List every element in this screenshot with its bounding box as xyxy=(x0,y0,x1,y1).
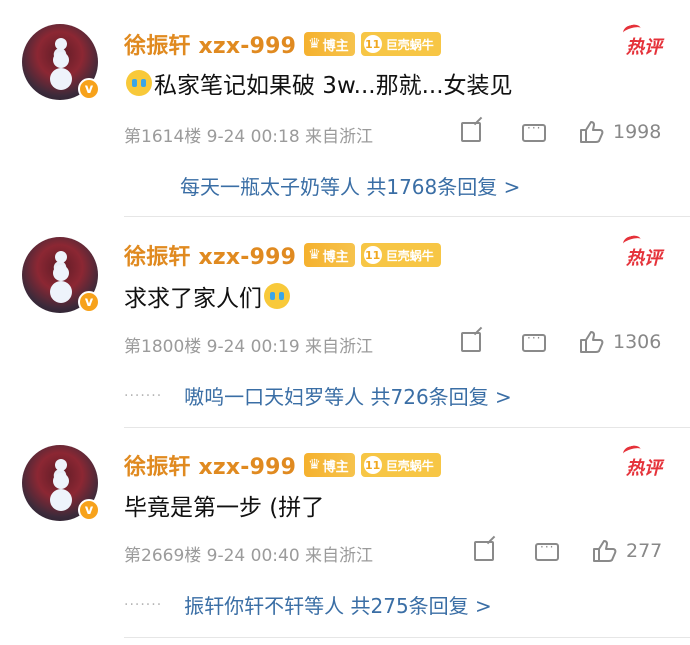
like-button[interactable]: 1306 xyxy=(579,330,661,354)
comment-item: v 徐振轩 xzx-999 ♛ 博主 11 巨壳蜗牛 热评 求求了家人们 第1800… xyxy=(0,217,690,427)
bozhu-badge: ♛ 博主 xyxy=(304,243,355,267)
like-count: 1998 xyxy=(613,121,662,143)
hot-comment-label: 热评 xyxy=(626,33,662,59)
comment-text: 私家笔记如果破 3w...那就...女装见 xyxy=(124,66,513,100)
comment-meta: 第1800楼 9-24 00:19 来自浙江 1306 xyxy=(124,330,690,358)
verified-badge-icon: v xyxy=(78,499,100,521)
level-badge: 11 巨壳蜗牛 xyxy=(360,243,441,267)
verified-badge-icon: v xyxy=(78,78,100,100)
username[interactable]: 徐振轩 xzx-999 xyxy=(124,28,296,60)
floor-time-source: 第1800楼 9-24 00:19 来自浙江 xyxy=(124,337,374,357)
thumbs-up-icon xyxy=(579,330,605,354)
share-icon[interactable] xyxy=(461,332,481,352)
hot-comment-label: 热评 xyxy=(626,454,662,480)
crown-icon: ♛ xyxy=(308,247,321,263)
comment-meta: 第1614楼 9-24 00:18 来自浙江 1998 xyxy=(124,120,690,148)
level-badge: 11 巨壳蜗牛 xyxy=(360,32,441,56)
like-button[interactable]: 277 xyxy=(592,539,662,563)
comment-icon[interactable] xyxy=(522,121,546,142)
reply-summary-link[interactable]: ······· 嗷呜一口天妇罗等人 共726条回复 > xyxy=(124,381,512,410)
verified-badge-icon: v xyxy=(78,291,100,313)
comment-item: v 徐振轩 xzx-999 ♛ 博主 11 巨壳蜗牛 热评 毕竟是第一步 (拼了 第… xyxy=(0,428,690,645)
bozhu-badge: ♛ 博主 xyxy=(304,453,355,477)
bozhu-badge: ♛ 博主 xyxy=(304,32,355,56)
crown-icon: ♛ xyxy=(308,457,321,473)
level-badge: 11 巨壳蜗牛 xyxy=(360,453,441,477)
thumbs-up-icon xyxy=(579,120,605,144)
like-button[interactable]: 1998 xyxy=(579,120,661,144)
like-count: 1306 xyxy=(613,331,662,353)
comment-item: v 徐振轩 xzx-999 ♛ 博主 11 巨壳蜗牛 热评 私家笔记如果破 3w..… xyxy=(0,0,690,215)
comment-icon[interactable] xyxy=(535,540,559,561)
reply-dots: ······· xyxy=(124,596,163,613)
reply-summary-link[interactable]: 每天一瓶太子奶等人 共1768条回复 > xyxy=(124,171,520,200)
share-icon[interactable] xyxy=(461,122,481,142)
comment-meta: 第2669楼 9-24 00:40 来自浙江 277 xyxy=(124,539,690,567)
comment-text: 毕竟是第一步 (拼了 xyxy=(124,495,325,521)
reply-dots: ······· xyxy=(124,387,163,404)
floor-time-source: 第1614楼 9-24 00:18 来自浙江 xyxy=(124,127,374,147)
divider xyxy=(124,637,690,638)
floor-time-source: 第2669楼 9-24 00:40 来自浙江 xyxy=(124,546,374,566)
thumbs-up-icon xyxy=(592,539,618,563)
username[interactable]: 徐振轩 xzx-999 xyxy=(124,239,296,271)
like-count: 277 xyxy=(626,540,663,562)
crying-face-icon xyxy=(126,70,152,96)
share-icon[interactable] xyxy=(474,541,494,561)
comment-icon[interactable] xyxy=(522,331,546,352)
reply-summary-link[interactable]: ······· 振轩你轩不轩等人 共275条回复 > xyxy=(124,590,492,619)
hot-comment-label: 热评 xyxy=(626,244,662,270)
comment-text: 求求了家人们 xyxy=(124,279,292,313)
crown-icon: ♛ xyxy=(308,36,321,52)
username[interactable]: 徐振轩 xzx-999 xyxy=(124,449,296,481)
crying-face-icon xyxy=(264,283,290,309)
